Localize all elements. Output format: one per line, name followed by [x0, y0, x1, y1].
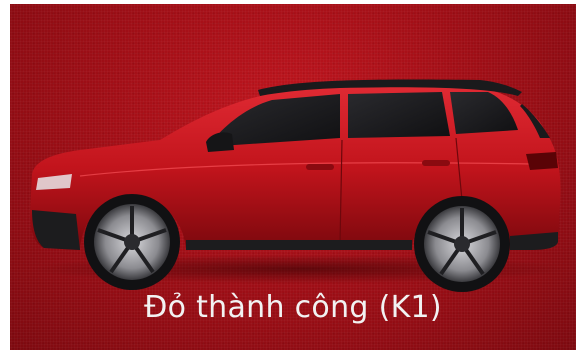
rear-window — [348, 92, 450, 138]
rear-wheel-hub — [454, 236, 470, 252]
tail-light — [526, 152, 558, 170]
color-swatch-image: Đỏ thành công (K1) — [10, 4, 576, 350]
door-handle-rear — [422, 160, 450, 166]
door-handle-front — [306, 164, 334, 170]
front-wheel-hub — [124, 234, 140, 250]
side-skirt — [186, 240, 412, 250]
color-name-caption: Đỏ thành công (K1) — [144, 290, 442, 325]
